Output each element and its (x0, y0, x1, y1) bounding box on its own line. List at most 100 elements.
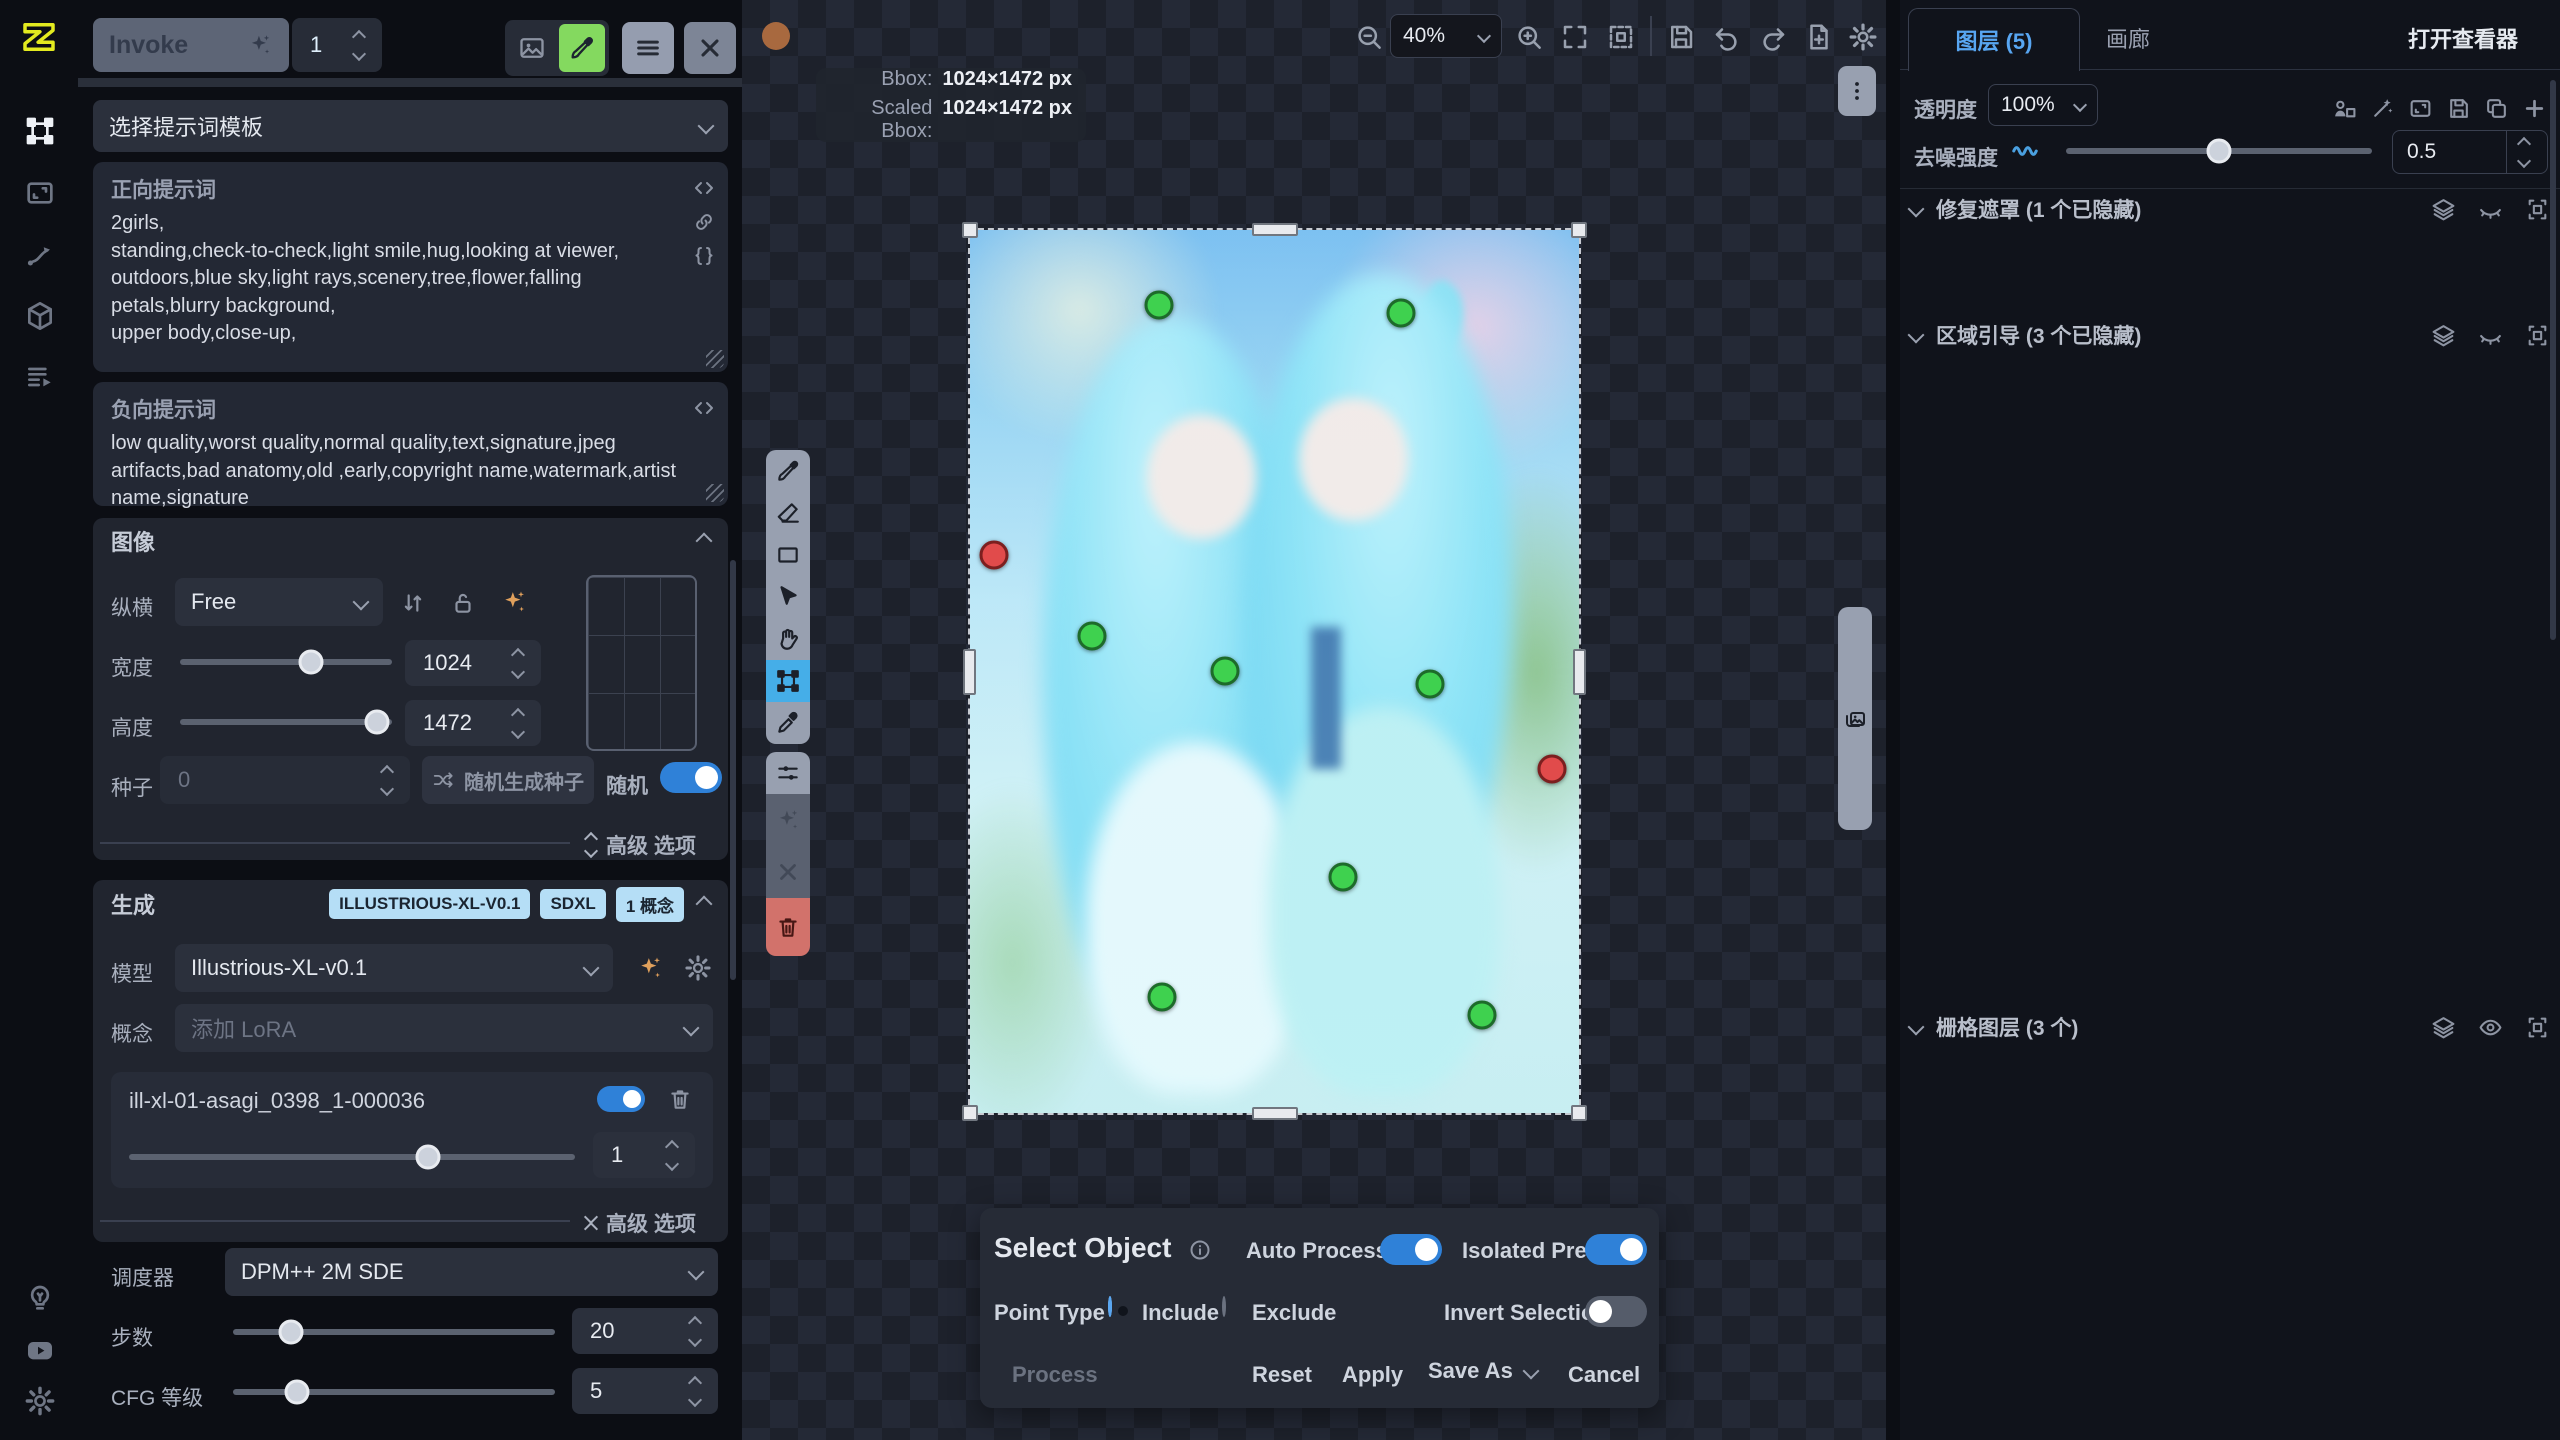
resize-handle[interactable] (706, 484, 724, 502)
magic-icon[interactable] (2370, 96, 2395, 121)
prompt-template-select[interactable]: 选择提示词模板 (93, 100, 728, 152)
resize-handle[interactable] (706, 350, 724, 368)
tab-layers[interactable]: 图层 (5) (1908, 8, 2080, 71)
nav-canvas-icon[interactable] (24, 115, 56, 147)
frame-icon[interactable] (2525, 323, 2550, 348)
right-panel-scrollbar[interactable] (2550, 80, 2556, 640)
gallery-drawer-toggle[interactable] (1838, 607, 1872, 830)
eyedropper-tool[interactable] (766, 702, 810, 744)
canvas-mode-button[interactable] (559, 24, 605, 72)
exclude-point[interactable] (1537, 754, 1566, 783)
bbox-tool[interactable] (766, 660, 810, 702)
color-swatch[interactable] (762, 22, 790, 50)
seed-input[interactable]: 0 (160, 756, 410, 804)
zoom-out-icon[interactable] (1354, 22, 1384, 52)
raster-group-header[interactable]: 栅格图层 (3 个) (1910, 1012, 2550, 1042)
generation-advanced-options[interactable]: 高级 选项 (586, 1208, 696, 1238)
nav-youtube-icon[interactable] (24, 1334, 56, 1366)
frame-icon[interactable] (2525, 197, 2550, 222)
exclude-point[interactable] (980, 540, 1009, 569)
zoom-in-icon[interactable] (1514, 22, 1544, 52)
lock-aspect-icon[interactable] (450, 590, 476, 616)
cancel-action[interactable] (766, 846, 810, 898)
include-point[interactable] (1329, 863, 1358, 892)
include-point[interactable] (1467, 1000, 1496, 1029)
steps-slider[interactable] (233, 1329, 555, 1335)
negative-prompt-text[interactable]: low quality,worst quality,normal quality… (111, 430, 682, 513)
new-layer-from-image-icon[interactable] (2332, 96, 2357, 121)
include-point[interactable] (1415, 669, 1444, 698)
include-point[interactable] (1386, 299, 1415, 328)
lora-select[interactable]: 添加 LoRA (175, 1004, 713, 1052)
new-canvas-icon[interactable] (1804, 22, 1834, 52)
cancel-queue-button[interactable] (684, 22, 736, 74)
inpaint-group-header[interactable]: 修复遮罩 (1 个已隐藏) (1910, 194, 2550, 224)
filter-action[interactable] (766, 752, 810, 794)
eye-closed-icon[interactable] (2478, 323, 2503, 348)
delete-action[interactable] (766, 898, 810, 956)
zoom-level-select[interactable]: 40% (1390, 14, 1502, 58)
eye-icon[interactable] (2478, 1015, 2503, 1040)
code-icon[interactable] (692, 176, 716, 200)
generation-section-header[interactable]: 生成 ILLUSTRIOUS-XL-V0.1 SDXL 1 概念 (93, 880, 728, 928)
save-as-button[interactable]: Save As (1428, 1358, 1537, 1384)
lora-weight-input[interactable]: 1 (593, 1132, 695, 1178)
optimize-size-icon[interactable] (500, 588, 528, 616)
rect-tool[interactable] (766, 534, 810, 576)
fit-layers-icon[interactable] (2408, 96, 2433, 121)
tab-gallery[interactable]: 画廊 (2106, 22, 2150, 54)
isolated-preview-toggle[interactable] (1585, 1234, 1647, 1265)
image-section-header[interactable]: 图像 (93, 518, 728, 564)
queue-count-input[interactable]: 1 (292, 18, 382, 72)
cfg-slider[interactable] (233, 1389, 555, 1395)
steps-input[interactable]: 20 (572, 1308, 718, 1354)
scheduler-select[interactable]: DPM++ 2M SDE (225, 1248, 718, 1296)
layers-icon[interactable] (2431, 1015, 2456, 1040)
open-viewer-button[interactable]: 打开查看器 (2408, 22, 2518, 54)
height-slider[interactable] (180, 719, 392, 725)
trash-icon[interactable] (667, 1086, 693, 1112)
include-radio[interactable] (1108, 1296, 1112, 1317)
denoise-input[interactable]: 0.5 (2392, 130, 2548, 174)
denoise-slider[interactable] (2066, 148, 2372, 154)
process-button[interactable]: Process (1012, 1362, 1098, 1388)
apply-button[interactable]: Apply (1342, 1362, 1403, 1388)
model-default-settings-icon[interactable] (636, 954, 664, 982)
exclude-radio[interactable] (1222, 1296, 1226, 1317)
include-point[interactable] (1147, 983, 1176, 1012)
move-tool[interactable] (766, 576, 810, 618)
queue-count-steppers[interactable] (342, 32, 376, 59)
duplicate-icon[interactable] (2484, 96, 2509, 121)
layers-icon[interactable] (2431, 197, 2456, 222)
canvas-context-menu-button[interactable] (1838, 66, 1876, 116)
invert-selection-toggle[interactable] (1585, 1296, 1647, 1327)
image-advanced-options[interactable]: 高级 选项 (586, 830, 696, 860)
nav-models-icon[interactable] (24, 300, 56, 332)
auto-process-toggle[interactable] (1380, 1234, 1442, 1265)
nav-workflows-icon[interactable] (24, 239, 56, 271)
opacity-select[interactable]: 100% (1988, 84, 2098, 126)
include-point[interactable] (1077, 622, 1106, 651)
left-panel-scrollbar[interactable] (730, 560, 736, 980)
nav-upscale-icon[interactable] (24, 177, 56, 209)
lora-weight-slider[interactable] (129, 1154, 575, 1160)
reset-button[interactable]: Reset (1252, 1362, 1312, 1388)
enhance-action[interactable] (766, 794, 810, 846)
height-input[interactable]: 1472 (405, 700, 541, 746)
brush-tool[interactable] (766, 450, 810, 492)
eraser-tool[interactable] (766, 492, 810, 534)
model-settings-icon[interactable] (684, 954, 712, 982)
frame-icon[interactable] (2525, 1015, 2550, 1040)
lora-enabled-toggle[interactable] (597, 1086, 645, 1112)
pan-tool[interactable] (766, 618, 810, 660)
canvas-settings-icon[interactable] (1848, 22, 1878, 52)
save-layers-icon[interactable] (2446, 96, 2471, 121)
width-slider[interactable] (180, 659, 392, 665)
swap-dimensions-icon[interactable] (400, 590, 426, 616)
fit-bbox-icon[interactable] (1606, 22, 1636, 52)
menu-button[interactable] (622, 22, 674, 74)
nav-support-icon[interactable] (24, 1283, 56, 1315)
link-icon[interactable] (692, 210, 716, 234)
cancel-button[interactable]: Cancel (1568, 1362, 1640, 1388)
positive-prompt-box[interactable]: 正向提示词 2girls, standing,check-to-check,li… (93, 162, 728, 372)
